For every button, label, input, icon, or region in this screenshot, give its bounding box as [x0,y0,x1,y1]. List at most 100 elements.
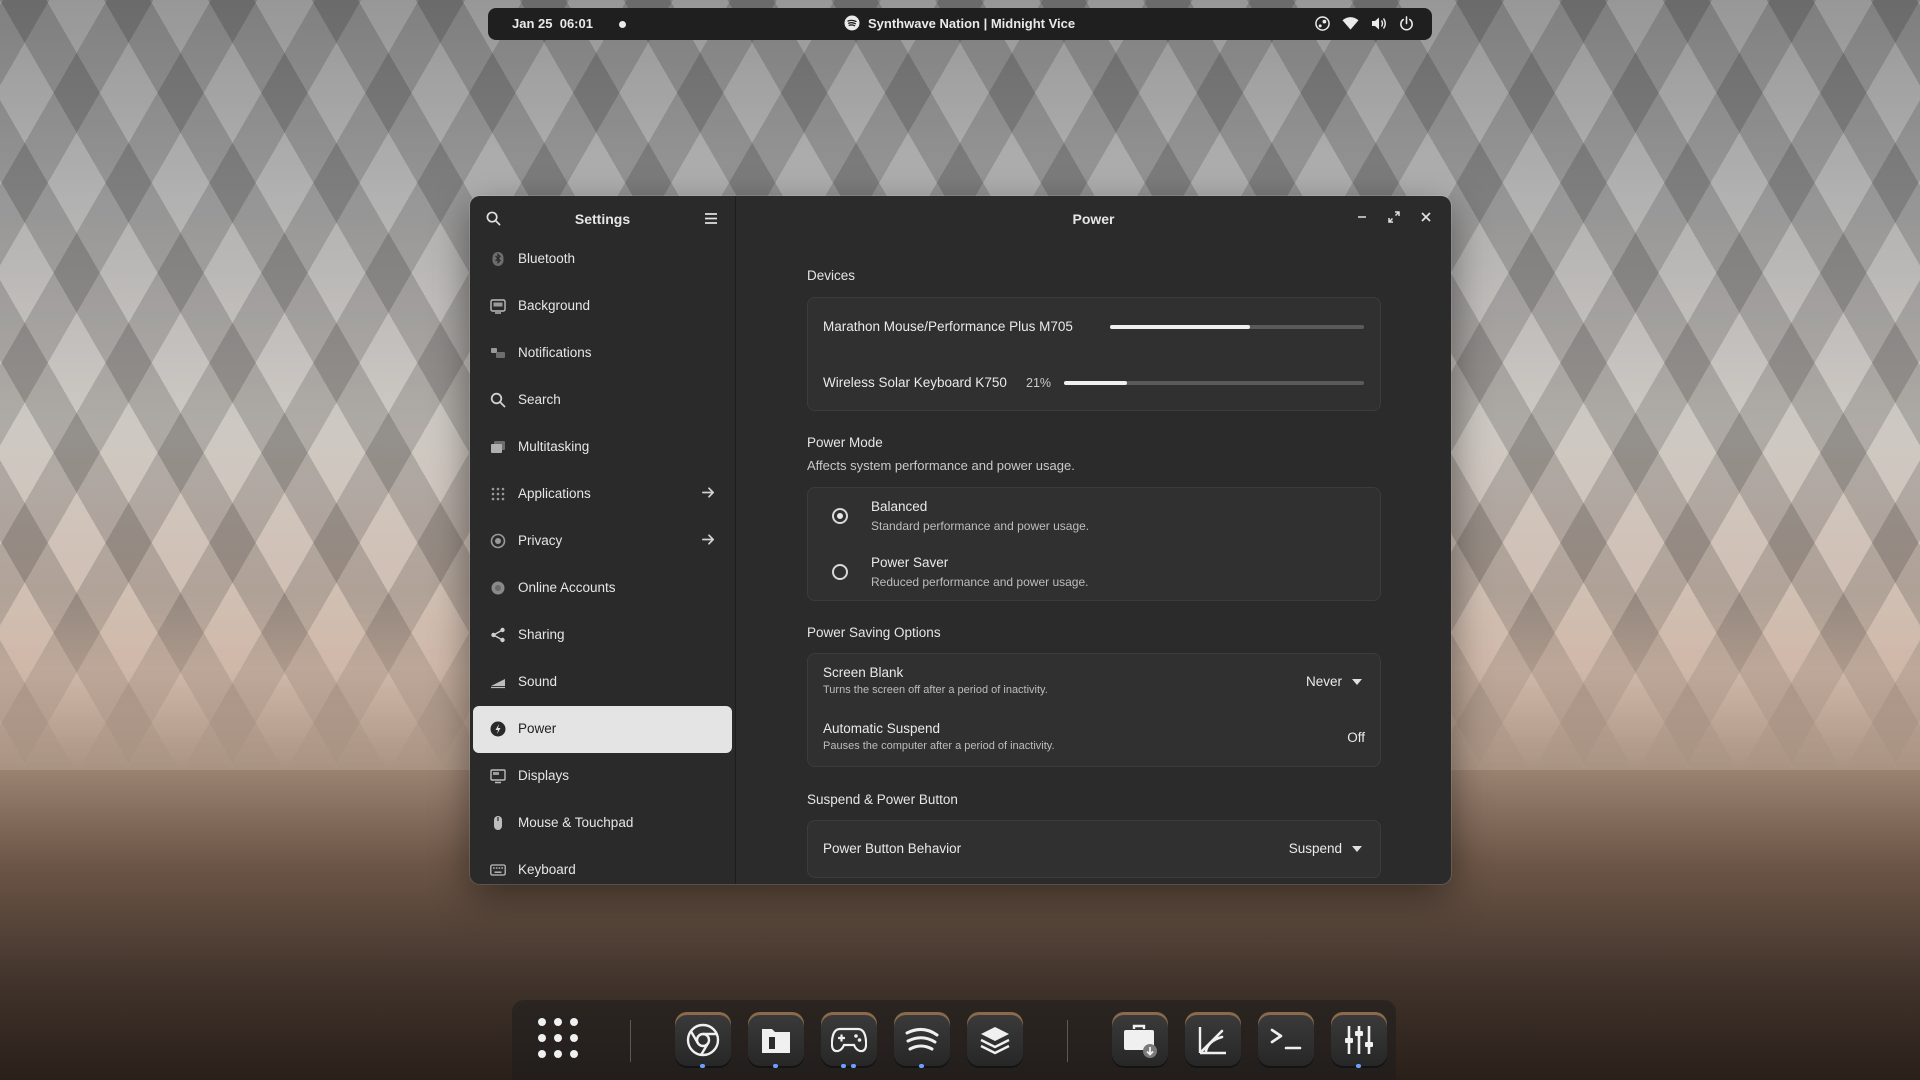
sidebar-item-label: Sound [518,674,558,689]
dock-app-mixer[interactable] [1331,1012,1387,1068]
now-playing-label: Synthwave Nation | Midnight Vice [868,15,1076,31]
device-name: Marathon Mouse/Performance Plus M705 [823,319,1073,334]
steam-icon[interactable] [1315,16,1330,31]
sidebar-item-notifications[interactable]: Notifications [473,330,732,377]
sidebar-item-label: Background [518,298,591,313]
automatic-suspend-desc: Pauses the computer after a period of in… [823,740,1055,752]
automatic-suspend-label: Automatic Suspend [823,721,941,736]
option-label: Power Saver [871,555,949,570]
power-mode-option-balanced[interactable]: Balanced Standard performance and power … [808,488,1380,544]
clock[interactable]: Jan 25 06:01 [512,16,593,31]
wifi-icon[interactable] [1342,16,1359,31]
device-battery-bar [1064,381,1364,385]
layers-icon [980,1027,1010,1055]
dock-app-chrome[interactable] [675,1012,731,1068]
settings-window: Settings Bluetooth Background Notificati… [470,196,1451,884]
dock-app-layers[interactable] [967,1012,1023,1068]
sidebar-item-applications[interactable]: Applications [473,471,732,518]
screen-blank-desc: Turns the screen off after a period of i… [823,684,1048,696]
hamburger-menu-icon[interactable] [704,212,718,225]
sidebar-item-sound[interactable]: Sound [473,659,732,706]
minimize-icon[interactable] [1355,210,1369,224]
sidebar-item-background[interactable]: Background [473,283,732,330]
dock-separator [630,1020,631,1062]
dock-app-krita[interactable] [1185,1012,1241,1068]
sidebar-item-privacy[interactable]: Privacy [473,518,732,565]
automatic-suspend-row[interactable]: Automatic Suspend Pauses the computer af… [808,710,1380,766]
sidebar-item-label: Power [518,721,557,736]
dock-app-terminal[interactable] [1258,1012,1314,1068]
device-battery-percent: 21% [1026,376,1052,390]
dock-app-software-install[interactable] [1112,1012,1168,1068]
maximize-icon[interactable] [1387,210,1401,224]
screen-blank-dropdown[interactable]: Never [1306,674,1362,689]
sidebar-item-search[interactable]: Search [473,377,732,424]
sidebar-item-power[interactable]: Power [473,706,732,753]
sidebar-item-label: Displays [518,768,570,783]
screen-blank-value: Never [1305,674,1342,689]
screen-blank-row: Screen Blank Turns the screen off after … [808,654,1380,710]
sidebar-item-mouse-touchpad[interactable]: Mouse & Touchpad [473,800,732,847]
displays-icon [490,769,506,784]
running-indicator [700,1064,705,1068]
power-button-behavior-label: Power Button Behavior [823,841,962,856]
sidebar-item-label: Notifications [518,345,592,360]
sidebar-item-bluetooth[interactable]: Bluetooth [473,236,732,283]
dock-app-games[interactable] [821,1012,877,1068]
running-indicator [851,1064,856,1068]
device-name: Wireless Solar Keyboard K750 [823,375,1007,390]
sidebar-item-label: Sharing [518,627,565,642]
sidebar-item-label: Applications [518,486,591,501]
arrow-right-icon [702,487,715,498]
sidebar-item-online-accounts[interactable]: Online Accounts [473,565,732,612]
dock-app-files[interactable] [748,1012,804,1068]
sidebar-title: Settings [574,211,631,227]
power-saving-title: Power Saving Options [807,625,941,640]
search-icon [490,392,506,408]
running-indicator [1356,1064,1361,1068]
krita-icon [1198,1027,1226,1055]
mixer-icon [1345,1026,1373,1054]
sidebar-item-multitasking[interactable]: Multitasking [473,424,732,471]
page-title: Power [1072,211,1115,227]
sound-icon [491,679,505,689]
arrow-right-icon [702,534,715,545]
sidebar-item-sharing[interactable]: Sharing [473,612,732,659]
sidebar-item-keyboard[interactable]: Keyboard [473,847,732,884]
power-mode-subtitle: Affects system performance and power usa… [807,458,1075,473]
dock [512,1000,1396,1080]
gamepad-icon [831,1027,867,1053]
power-icon[interactable] [1399,16,1414,31]
chrome-icon [686,1023,720,1057]
suspend-card: Power Button Behavior Suspend [807,820,1381,878]
power-mode-option-power-saver[interactable]: Power Saver Reduced performance and powe… [808,544,1380,600]
radio-power-saver[interactable] [832,564,848,580]
notification-dot-icon [619,21,626,28]
files-icon [762,1029,790,1053]
volume-icon[interactable] [1371,16,1387,31]
radio-balanced[interactable] [832,508,848,524]
close-icon[interactable] [1419,210,1433,224]
spotify-icon [905,1028,939,1051]
mouse-icon [494,816,502,830]
screen-blank-label: Screen Blank [823,665,904,680]
sidebar-item-displays[interactable]: Displays [473,753,732,800]
terminal-icon [1270,1028,1302,1050]
media-indicator[interactable]: Synthwave Nation | Midnight Vice [844,15,1075,31]
automatic-suspend-value: Off [1347,730,1365,745]
devices-section-title: Devices [807,268,856,283]
power-button-behavior-dropdown[interactable]: Suspend [1289,841,1362,856]
dock-app-spotify[interactable] [894,1012,950,1068]
sharing-icon [491,627,505,643]
device-battery-fill [1110,325,1250,329]
sidebar-item-label: Online Accounts [518,580,616,595]
top-bar: Jan 25 06:01 Synthwave Nation | Midnight… [488,8,1432,40]
power-button-behavior-value: Suspend [1288,841,1342,856]
background-icon [490,299,506,314]
spotify-icon [844,15,860,31]
bluetooth-icon [492,252,504,266]
app-grid-icon[interactable] [536,1016,580,1060]
sidebar-item-label: Bluetooth [518,251,576,266]
time-label: 06:01 [559,16,593,31]
sidebar-item-label: Privacy [518,533,563,548]
